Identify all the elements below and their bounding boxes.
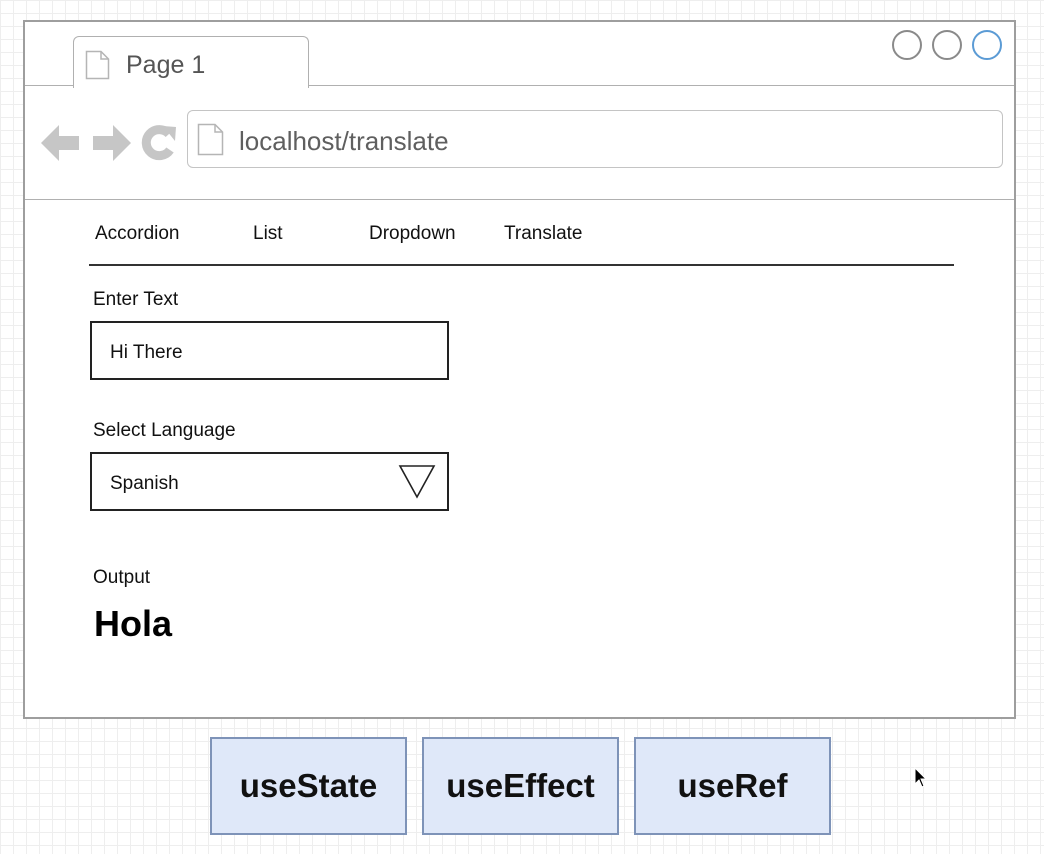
output-value: Hola bbox=[94, 603, 173, 644]
enter-text-label: Enter Text bbox=[93, 289, 179, 310]
document-icon bbox=[85, 50, 110, 80]
language-select-value: Spanish bbox=[110, 473, 179, 494]
toolbar-divider bbox=[25, 199, 1014, 200]
window-control-button[interactable] bbox=[972, 30, 1002, 60]
hook-box-useeffect: useEffect bbox=[422, 737, 619, 835]
nav-divider bbox=[89, 264, 954, 266]
hook-box-useref: useRef bbox=[634, 737, 831, 835]
tab-title: Page 1 bbox=[126, 51, 206, 79]
triangle-down-icon bbox=[398, 465, 436, 499]
hook-label: useState bbox=[239, 767, 378, 804]
window-control-button[interactable] bbox=[892, 30, 922, 60]
select-language-label: Select Language bbox=[93, 420, 236, 441]
browser-tab[interactable]: Page 1 bbox=[73, 36, 309, 88]
text-input-value: Hi There bbox=[110, 342, 183, 363]
arrow-left-icon[interactable] bbox=[41, 124, 81, 162]
nav-link-accordion[interactable]: Accordion bbox=[95, 223, 180, 245]
reload-icon[interactable] bbox=[139, 124, 177, 162]
browser-window: Page 1 localhost/translate Accordion Lis… bbox=[23, 20, 1016, 719]
output-label: Output bbox=[93, 567, 151, 588]
hook-label: useRef bbox=[677, 767, 788, 804]
nav-link-list[interactable]: List bbox=[253, 223, 283, 245]
nav-link-dropdown[interactable]: Dropdown bbox=[369, 223, 456, 245]
nav-link-translate[interactable]: Translate bbox=[504, 223, 583, 245]
window-controls bbox=[892, 30, 1008, 64]
hook-label: useEffect bbox=[446, 767, 595, 804]
text-input[interactable]: Hi There bbox=[90, 321, 449, 380]
address-text: localhost/translate bbox=[239, 126, 449, 156]
address-bar[interactable]: localhost/translate bbox=[187, 110, 1003, 168]
hook-box-usestate: useState bbox=[210, 737, 407, 835]
document-icon bbox=[197, 123, 224, 156]
arrow-right-icon[interactable] bbox=[91, 124, 131, 162]
mouse-cursor-icon bbox=[914, 767, 928, 788]
window-control-button[interactable] bbox=[932, 30, 962, 60]
language-select[interactable]: Spanish bbox=[90, 452, 449, 511]
